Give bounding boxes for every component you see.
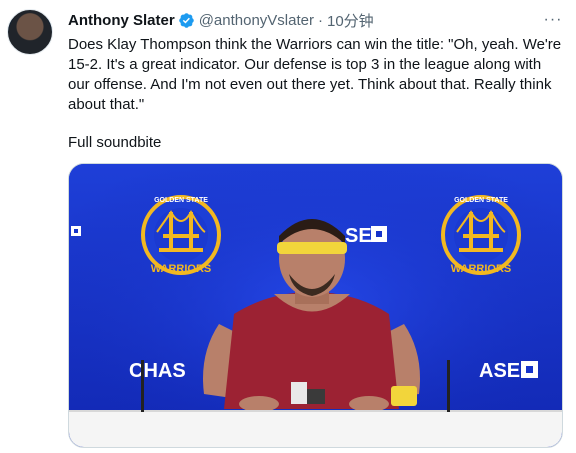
author-handle[interactable]: @anthonyVslater [199, 12, 314, 29]
logo-left-bottom-text: WARRIORS [151, 263, 212, 275]
sponsor-top-text: SE [345, 225, 372, 247]
video-media[interactable]: GOLDEN STATE WARRIORS GOLDEN STATE WARRI… [68, 163, 563, 448]
warriors-logo-left: GOLDEN STATE WARRIORS [141, 195, 221, 275]
tweet-header: Anthony Slater @anthonyVslater · 10分钟 [68, 10, 374, 30]
timestamp[interactable]: 10分钟 [327, 10, 374, 31]
video-frame: GOLDEN STATE WARRIORS GOLDEN STATE WARRI… [69, 164, 562, 447]
author-name[interactable]: Anthony Slater [68, 12, 175, 29]
logo-right-bottom-text: WARRIORS [451, 263, 512, 275]
chase-logo-bottom-left: CHAS [129, 360, 186, 382]
more-options-icon[interactable]: ··· [542, 9, 564, 31]
tweet-text: Does Klay Thompson think the Warriors ca… [68, 36, 566, 113]
logo-right-top-text: GOLDEN STATE [454, 197, 508, 204]
tweet-subtext: Full soundbite [68, 134, 162, 151]
logo-left-top-text: GOLDEN STATE [154, 197, 208, 204]
sponsor-left-text: CHAS [129, 360, 186, 382]
avatar[interactable] [7, 9, 53, 55]
sponsor-right-text: ASE [479, 360, 520, 382]
warriors-logo-right: GOLDEN STATE WARRIORS [441, 195, 521, 275]
tweet-card[interactable]: Anthony Slater @anthonyVslater · 10分钟 ··… [0, 0, 576, 453]
separator: · [317, 11, 323, 29]
verified-badge-icon [178, 12, 195, 29]
press-table [69, 411, 562, 447]
tweet-text-container: Does Klay Thompson think the Warriors ca… [68, 35, 563, 115]
chase-logo-left-edge [71, 226, 81, 236]
